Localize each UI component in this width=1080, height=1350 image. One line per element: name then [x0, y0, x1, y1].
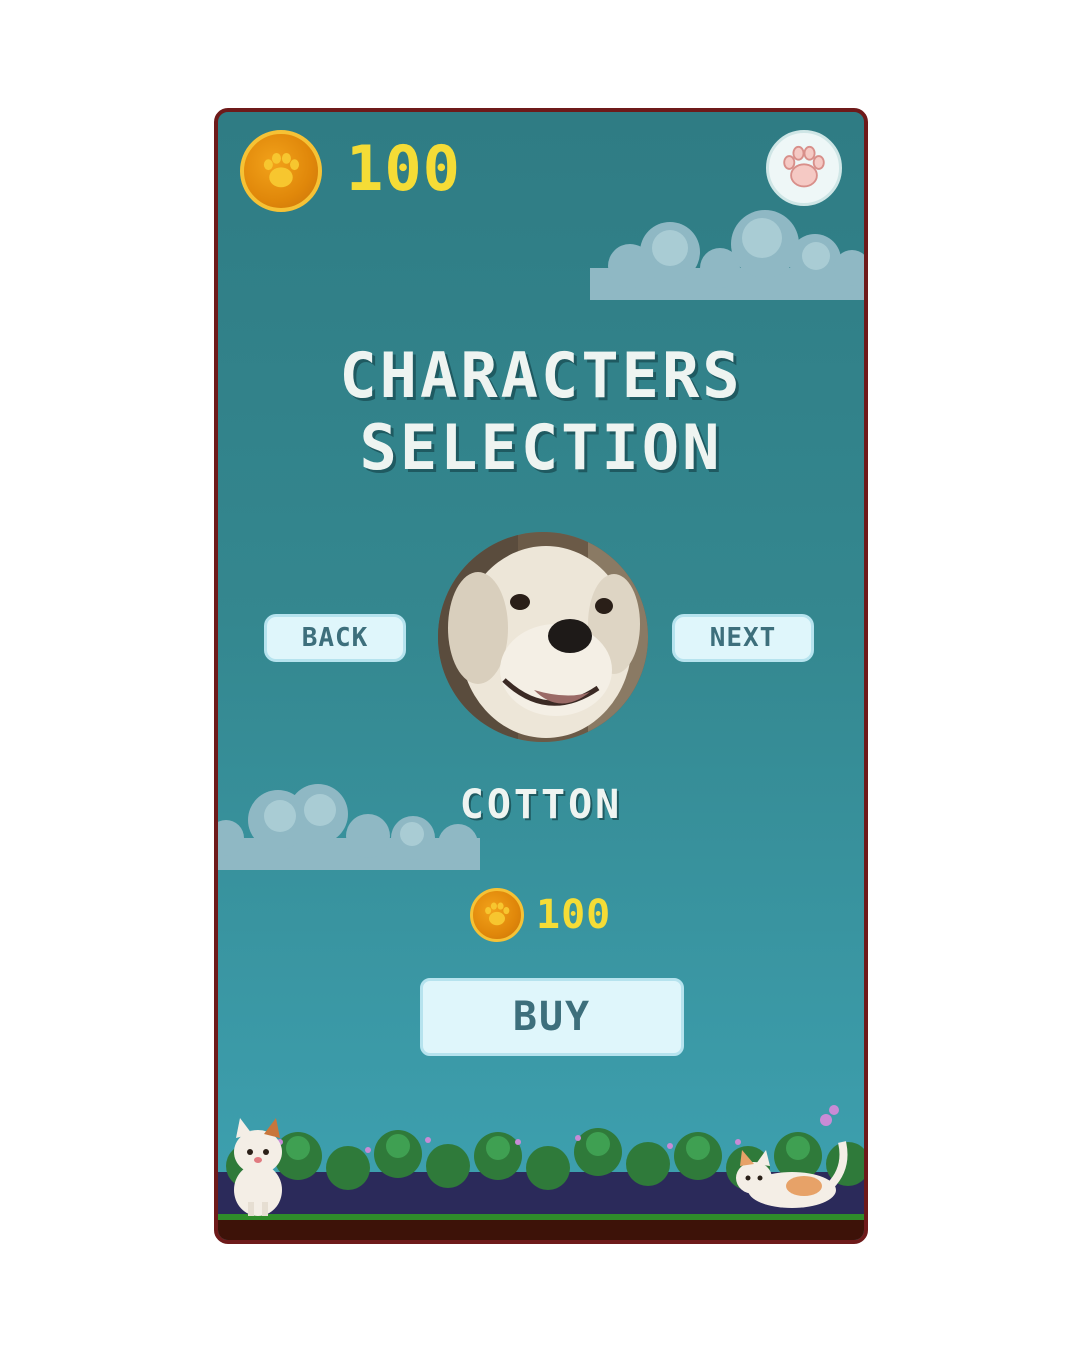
paw-coin-icon: [240, 130, 322, 212]
title-line-2: SELECTION: [359, 411, 723, 484]
next-button[interactable]: NEXT: [672, 614, 814, 662]
page-title: CHARACTERS SELECTION: [218, 340, 864, 484]
character-portrait: [438, 532, 648, 742]
paw-menu-button[interactable]: [766, 130, 842, 206]
ground-decoration: [218, 1105, 864, 1240]
coin-balance: 100: [346, 132, 461, 205]
white-dog-portrait: [438, 532, 648, 742]
character-price: 100: [536, 892, 612, 938]
price-coin-icon: [470, 888, 524, 942]
title-line-1: CHARACTERS: [339, 339, 743, 412]
buy-button[interactable]: BUY: [420, 978, 684, 1056]
back-button[interactable]: BACK: [264, 614, 406, 662]
sitting-cat: [234, 1118, 282, 1216]
paw-icon: [783, 145, 825, 188]
cloud-decoration: [590, 210, 864, 300]
game-screen: 100 CHARACTERS SELECTION BACK NEXT COTTO…: [214, 108, 868, 1244]
character-name: COTTON: [459, 782, 623, 828]
